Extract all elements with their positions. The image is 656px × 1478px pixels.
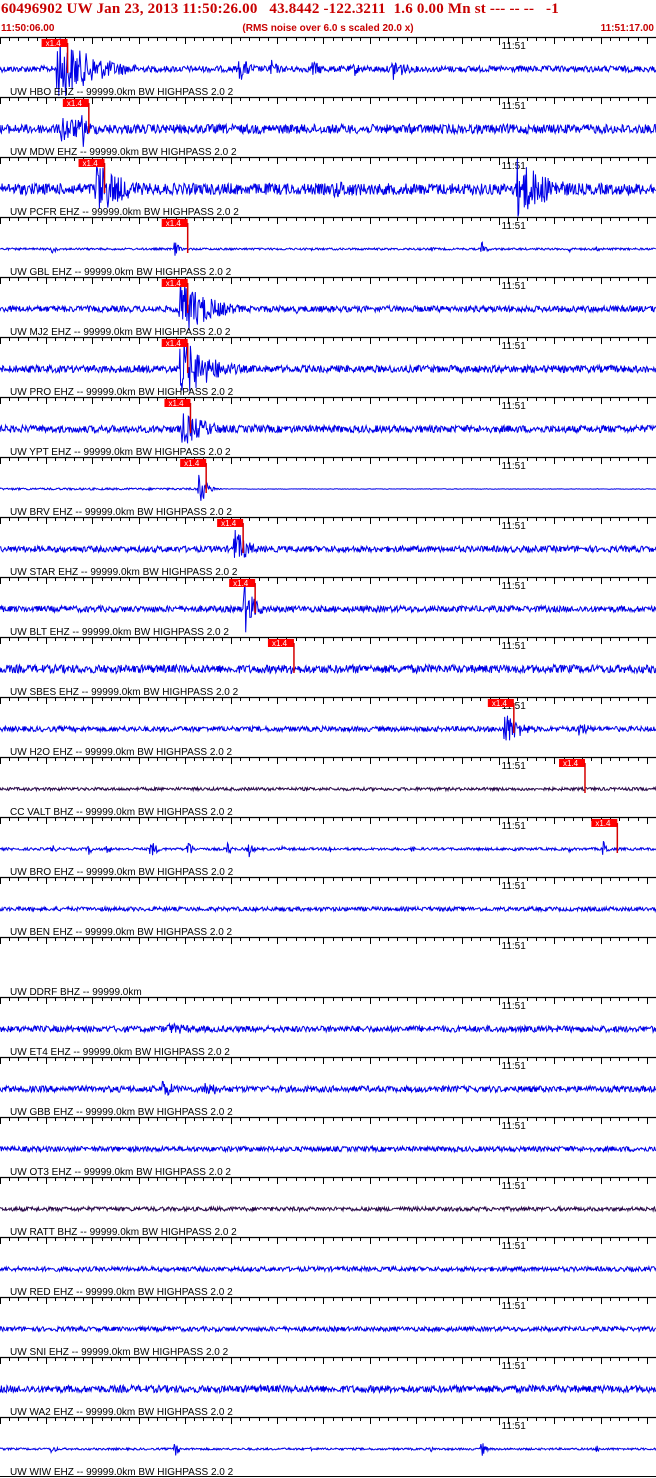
pick-label: x1.4 — [595, 819, 611, 828]
waveform-trace — [0, 840, 656, 858]
minute-label: 11:51 — [502, 521, 527, 532]
station-label: UW PCFR EHZ -- 99999.0km BW HIGHPASS 2.0… — [10, 207, 239, 218]
pick-label: x1.4 — [83, 159, 99, 168]
station-label: UW YPT EHZ -- 99999.0km BW HIGHPASS 2.0 … — [10, 447, 231, 458]
minute-label: 11:51 — [502, 1421, 527, 1432]
station-label: UW BEN EHZ -- 99999.0km BW HIGHPASS 2.0 … — [10, 927, 233, 938]
waveform-trace — [0, 1022, 656, 1034]
minute-label: 11:51 — [502, 1181, 527, 1192]
pick-label: x1.4 — [272, 639, 288, 648]
waveform-trace — [0, 663, 656, 675]
minute-label: 11:51 — [502, 1241, 527, 1252]
minute-label: 11:51 — [502, 1301, 527, 1312]
pick-label: x1.4 — [233, 579, 249, 588]
station-label: UW GBB EHZ -- 99999.0km BW HIGHPASS 2.0 … — [10, 1107, 233, 1118]
minute-label: 11:51 — [502, 761, 527, 772]
pick-label: x1.4 — [184, 459, 200, 468]
waveform-trace — [0, 474, 656, 501]
minute-label: 11:51 — [502, 641, 527, 652]
station-label: UW MJ2 EHZ -- 99999.0km BW HIGHPASS 2.0 … — [10, 327, 231, 338]
station-label: UW DDRF BHZ -- 99999.0km — [10, 987, 142, 998]
minute-label: 11:51 — [502, 461, 527, 472]
waveform-trace — [0, 279, 656, 331]
minute-label: 11:51 — [502, 881, 527, 892]
minute-label: 11:51 — [502, 1061, 527, 1072]
station-label: UW OT3 EHZ -- 99999.0km BW HIGHPASS 2.0 … — [10, 1167, 231, 1178]
waveform-trace — [0, 241, 656, 256]
minute-label: 11:51 — [502, 1121, 527, 1132]
waveform-trace — [0, 339, 656, 391]
station-label: UW ET4 EHZ -- 99999.0km BW HIGHPASS 2.0 … — [10, 1047, 230, 1058]
station-label: UW RATT BHZ -- 99999.0km BW HIGHPASS 2.0… — [10, 1227, 237, 1238]
minute-label: 11:51 — [502, 581, 527, 592]
station-label: UW MDW EHZ -- 99999.0km BW HIGHPASS 2.0 … — [10, 147, 237, 158]
pick-label: x1.4 — [67, 99, 83, 108]
station-label: UW BLT EHZ -- 99999.0km BW HIGHPASS 2.0 … — [10, 627, 229, 638]
minute-label: 11:51 — [502, 341, 527, 352]
waveform-trace — [0, 715, 656, 741]
minute-label: 11:51 — [502, 221, 527, 232]
station-label: UW H2O EHZ -- 99999.0km BW HIGHPASS 2.0 … — [10, 747, 233, 758]
waveform-trace — [0, 1324, 656, 1334]
pick-label: x1.4 — [221, 519, 237, 528]
waveform-trace — [0, 1443, 656, 1456]
minute-label: 11:51 — [502, 101, 527, 112]
pick-label: x1.4 — [166, 219, 182, 228]
minute-label: 11:51 — [502, 41, 527, 52]
station-label: UW HBO EHZ -- 99999.0km BW HIGHPASS 2.0 … — [10, 87, 234, 98]
station-label: UW SNI EHZ -- 99999.0km BW HIGHPASS 2.0 … — [10, 1347, 229, 1358]
waveform-trace — [0, 1383, 656, 1395]
waveform-trace — [0, 1264, 656, 1274]
minute-label: 11:51 — [502, 161, 527, 172]
station-label: UW BRO EHZ -- 99999.0km BW HIGHPASS 2.0 … — [10, 867, 234, 878]
station-label: UW SBES EHZ -- 99999.0km BW HIGHPASS 2.0… — [10, 687, 239, 698]
waveform-trace — [0, 1080, 656, 1096]
minute-label: 11:51 — [502, 821, 527, 832]
pick-label: x1.4 — [166, 339, 182, 348]
waveform-trace — [0, 529, 656, 558]
minute-label: 11:51 — [502, 401, 527, 412]
pick-label: x1.4 — [492, 699, 508, 708]
waveform-trace — [0, 413, 656, 444]
waveform-trace — [0, 785, 656, 793]
waveform-trace — [0, 115, 656, 147]
station-label: UW GBL EHZ -- 99999.0km BW HIGHPASS 2.0 … — [10, 267, 232, 278]
waveform-trace — [0, 1204, 656, 1214]
station-label: UW WA2 EHZ -- 99999.0km BW HIGHPASS 2.0 … — [10, 1407, 233, 1418]
pick-label: x1.4 — [168, 399, 184, 408]
pick-label: x1.4 — [563, 759, 579, 768]
station-label: UW STAR EHZ -- 99999.0km BW HIGHPASS 2.0… — [10, 567, 238, 578]
pick-label: x1.4 — [46, 39, 62, 48]
minute-label: 11:51 — [502, 281, 527, 292]
seismogram-plot: 11:51x1.4UW HBO EHZ -- 99999.0km BW HIGH… — [0, 36, 656, 1478]
station-label: UW PRO EHZ -- 99999.0km BW HIGHPASS 2.0 … — [10, 387, 234, 398]
station-label: UW RED EHZ -- 99999.0km BW HIGHPASS 2.0 … — [10, 1287, 233, 1298]
minute-label: 11:51 — [502, 1361, 527, 1372]
minute-label: 11:51 — [502, 1001, 527, 1012]
station-label: UW BRV EHZ -- 99999.0km BW HIGHPASS 2.0 … — [10, 507, 232, 518]
waveform-trace — [0, 583, 656, 633]
minute-label: 11:51 — [502, 941, 527, 952]
waveform-trace — [0, 1144, 656, 1154]
waveform-trace — [0, 905, 656, 913]
station-label: CC VALT BHZ -- 99999.0km BW HIGHPASS 2.0… — [10, 807, 233, 818]
pick-label: x1.4 — [166, 279, 182, 288]
